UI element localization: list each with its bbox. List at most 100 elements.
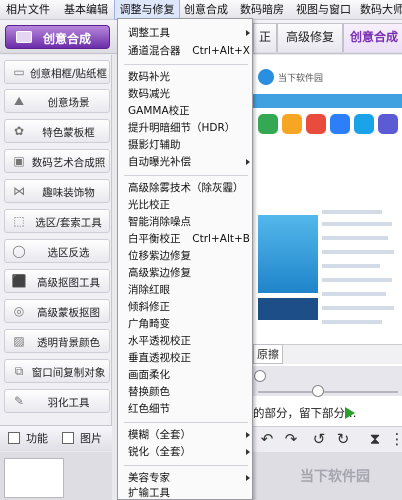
menu-separator [124,465,248,466]
portrait-icon: ▣ [13,154,25,168]
functions-icon [8,432,20,444]
compare-icon[interactable]: ⧗ [366,430,384,448]
copy-window-icon: ⧉ [14,363,24,378]
menu-item-tilt[interactable]: 倾斜修正 [128,299,246,316]
tool-label: 高级抠图工具 [37,277,100,289]
invert-selection-icon: ◯ [12,244,26,258]
text-line [322,222,392,226]
menu-item-shift-fringe[interactable]: 位移紫边修复 [128,248,246,265]
image-thumbnail[interactable] [4,458,64,498]
tool-label: 透明背景颜色 [37,337,100,349]
shortcut-label: Ctrl+Alt+B [192,233,250,245]
menu-item-advanced-fringe[interactable]: 高级紫边修复 [128,265,246,282]
slider-thumb[interactable] [312,385,324,397]
tab-partial[interactable]: 正 [253,23,277,52]
text-line [322,250,394,254]
menu-item-replace-color[interactable]: 替换颜色 [128,384,246,401]
transparency-icon: ▨ [13,334,25,348]
restore-erase-button[interactable]: 原擦 [253,344,283,364]
rotate-left-icon[interactable]: ↺ [310,430,328,448]
more-icon[interactable]: ⋮ [388,430,402,448]
menu-separator [124,64,248,65]
app-tile-icon [378,114,398,134]
app-tile-icon [354,114,374,134]
creative-compose-button[interactable]: 创意合成 [5,25,110,49]
tab-creative-compose[interactable]: 创意合成 [343,23,402,52]
text-line [322,236,388,240]
flower-icon: ✿ [13,124,25,138]
tool-label: 创意场景 [47,97,90,109]
tool-digital-art[interactable]: ▣ 数码艺术合成照 [4,149,110,173]
mask-icon: ◎ [13,304,25,318]
menu-item-white-balance[interactable]: 白平衡校正 Ctrl+Alt+B [128,231,250,248]
menu-item-gamma[interactable]: GAMMA校正 [128,103,246,120]
menu-item-fill-light[interactable]: 数码补光 [128,69,246,86]
menu-item-sharpen[interactable]: 锐化（全套） [128,444,250,461]
instruction-text: 的部分，留下部分… [253,406,357,420]
menu-item-auto-exposure[interactable]: 自动曝光补偿 [128,154,250,171]
menu-item-channel-mixer[interactable]: 通道混合器 Ctrl+Alt+X [128,43,250,60]
tool-transparent-bg[interactable]: ▨ 透明背景颜色 [4,329,110,353]
rotate-right-icon[interactable]: ↻ [334,430,352,448]
menu-creative[interactable]: 创意合成 [184,0,228,20]
tool-creative-scene[interactable]: ⛰ 创意场景 [4,89,110,113]
menu-item-light-ratio[interactable]: 光比校正 [128,197,246,214]
site-banner-image [258,215,318,293]
undo-icon[interactable]: ↶ [258,430,276,448]
text-line [322,292,386,296]
menu-item-wide-angle[interactable]: 广角畸变 [128,316,246,333]
menu-darkroom[interactable]: 数码暗房 [240,0,284,20]
tool-creative-frame[interactable]: ▭ 创意相框/贴纸框 [4,60,110,84]
menu-adjust-repair[interactable]: 调整与修复 [114,0,180,20]
tool-copy-between-windows[interactable]: ⧉ 窗口间复制对象 [4,359,110,383]
scene-icon: ⛰ [13,93,25,108]
menu-separator [124,422,248,423]
menu-item-expand-tools[interactable]: 扩输工具 [128,485,246,500]
menu-item-label: 锐化（全套） [128,446,191,458]
tool-decorations[interactable]: ⋈ 趣味装饰物 [4,179,110,203]
menu-edit[interactable]: 基本编辑 [64,0,108,20]
tool-invert-selection[interactable]: ◯ 选区反选 [4,239,110,263]
menu-item-horizontal-perspective[interactable]: 水平透视校正 [128,333,246,350]
tool-mask-cutout[interactable]: ◎ 高级蒙板抠图 [4,299,110,323]
slider-thumb[interactable] [254,370,266,382]
menu-file[interactable]: 相片文件 [6,0,50,20]
tool-label: 窗口间复制对象 [31,367,106,379]
menu-item-reduce-light[interactable]: 数码减光 [128,86,246,103]
submenu-arrow-icon [246,159,250,165]
tool-lasso[interactable]: ⬚ 选区/套索工具 [4,209,110,233]
redo-icon[interactable]: ↷ [282,430,300,448]
menu-item-red-detail[interactable]: 红色细节 [128,401,246,418]
text-line [322,320,382,324]
tab-functions[interactable]: 功能 [8,430,48,448]
menu-view-window[interactable]: 视图与窗口 [296,0,351,20]
menu-item-hdr[interactable]: 提升明暗细节（HDR） [128,120,246,137]
menu-item-vertical-perspective[interactable]: 垂直透视校正 [128,350,246,367]
lasso-icon: ⬚ [13,214,25,228]
tool-label: 选区反选 [47,247,90,259]
shortcut-label: Ctrl+Alt+X [192,45,250,57]
menu-item-denoise[interactable]: 智能消除噪点 [128,214,246,231]
tool-label: 羽化工具 [47,397,90,409]
tool-feather[interactable]: ✎ 羽化工具 [4,389,110,413]
menu-item-blur[interactable]: 模糊（全套） [128,427,250,444]
tab-functions-label: 功能 [26,432,48,445]
brush-size-slider-track[interactable] [258,391,398,393]
tool-label: 创意相框/贴纸框 [30,68,108,80]
submenu-arrow-icon [246,432,250,438]
play-icon[interactable] [345,407,355,419]
menu-item-red-eye[interactable]: 消除红眼 [128,282,246,299]
tab-advanced-repair[interactable]: 高级修复 [277,23,343,52]
site-nav-bar [253,94,402,108]
menu-item-dehaze[interactable]: 高级除雾技术（除灰霾） [128,180,246,197]
tool-mask-frame[interactable]: ✿ 特色蒙板框 [4,119,110,143]
app-tile-icon [258,114,278,134]
menu-item-soften[interactable]: 画面柔化 [128,367,246,384]
menu-digital-master[interactable]: 数码大师 [360,0,402,20]
site-logo-icon [258,69,274,85]
tab-images[interactable]: 图片 [62,430,102,448]
menu-item-studio-light[interactable]: 摄影灯辅助 [128,137,246,154]
adjust-repair-menu: 调整工具 通道混合器 Ctrl+Alt+X 数码补光 数码减光 GAMMA校正 提… [117,18,253,500]
menu-item-adjust-tools[interactable]: 调整工具 [128,25,250,42]
tool-cutout[interactable]: ⬛ 高级抠图工具 [4,269,110,293]
